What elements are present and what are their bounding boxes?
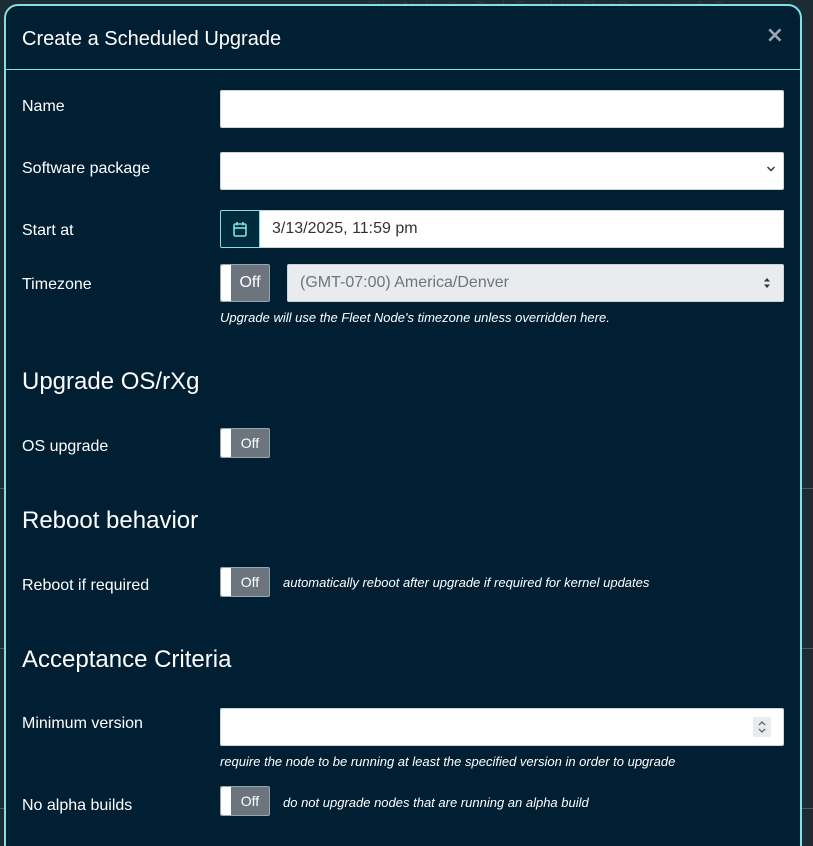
no-alpha-toggle-label: Off	[240, 793, 260, 809]
acceptance-criteria-heading: Acceptance Criteria	[22, 646, 232, 673]
reboot-if-required-label: Reboot if required	[22, 577, 150, 594]
software-package-label: Software package	[22, 160, 151, 177]
reboot-behavior-heading: Reboot behavior	[22, 507, 199, 534]
no-alpha-builds-toggle[interactable]: Off	[220, 786, 270, 816]
reboot-if-required-toggle[interactable]: Off	[220, 567, 270, 597]
select-arrows-icon	[764, 278, 770, 288]
minimum-version-label: Minimum version	[22, 715, 143, 732]
start-at-label: Start at	[22, 222, 74, 239]
software-package-select[interactable]	[220, 152, 784, 190]
timezone-label: Timezone	[22, 276, 92, 293]
spinner-arrows-icon	[758, 721, 766, 733]
os-upgrade-toggle-label: Off	[240, 435, 260, 451]
toggle-knob	[221, 568, 231, 596]
timezone-select-value: (GMT-07:00) America/Denver	[300, 274, 509, 291]
number-spinner[interactable]	[753, 717, 771, 737]
start-at-input[interactable]: 3/13/2025, 11:59 pm	[260, 210, 784, 248]
minimum-version-input[interactable]	[220, 708, 784, 746]
upgrade-os-heading: Upgrade OS/rXg	[22, 368, 200, 395]
minimum-version-help: require the node to be running at least …	[220, 754, 676, 769]
start-at-group: 3/13/2025, 11:59 pm	[220, 210, 784, 248]
timezone-help: Upgrade will use the Fleet Node's timezo…	[220, 310, 610, 325]
chevron-down-icon	[767, 166, 775, 172]
toggle-knob	[221, 429, 231, 457]
no-alpha-builds-label: No alpha builds	[22, 797, 133, 814]
close-button[interactable]: ×	[766, 25, 784, 47]
calendar-button[interactable]	[220, 210, 260, 248]
modal-title: Create a Scheduled Upgrade	[22, 28, 282, 50]
timezone-toggle[interactable]: Off	[220, 264, 270, 302]
toggle-knob	[221, 787, 231, 815]
timezone-select[interactable]: (GMT-07:00) America/Denver	[287, 264, 784, 302]
modal-header: Create a Scheduled Upgrade ×	[6, 6, 800, 70]
no-alpha-help: do not upgrade nodes that are running an…	[283, 795, 589, 810]
name-label: Name	[22, 98, 65, 115]
os-upgrade-toggle[interactable]: Off	[220, 428, 270, 458]
toggle-knob	[221, 265, 231, 301]
reboot-toggle-label: Off	[240, 574, 260, 590]
reboot-help: automatically reboot after upgrade if re…	[283, 575, 650, 590]
os-upgrade-label: OS upgrade	[22, 438, 109, 455]
name-input[interactable]	[220, 90, 784, 128]
calendar-icon	[233, 222, 247, 237]
timezone-toggle-label: Off	[239, 274, 261, 291]
scheduled-upgrade-modal: Create a Scheduled Upgrade × Name Softwa…	[4, 4, 802, 846]
